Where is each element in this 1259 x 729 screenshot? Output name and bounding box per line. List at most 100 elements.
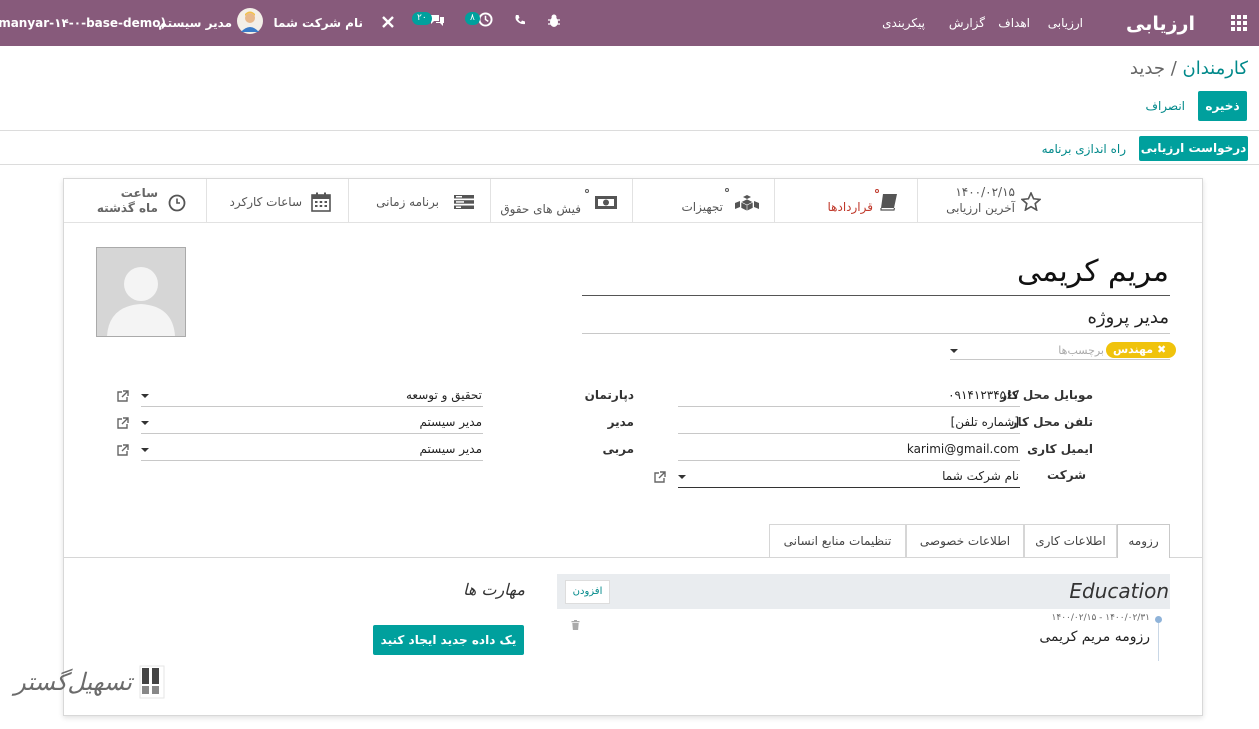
tab-hr-settings[interactable]: تنظیمات منابع انسانی xyxy=(769,524,906,557)
hours-label: ماه گذشته xyxy=(96,201,158,215)
resume-section-title: Education xyxy=(1069,579,1169,603)
apps-menu-icon[interactable] xyxy=(1231,15,1247,31)
discard-button[interactable]: انصراف xyxy=(1146,99,1185,113)
coach-dropdown-caret-icon[interactable] xyxy=(141,448,149,452)
add-resume-line-button[interactable]: افزودن xyxy=(565,580,610,604)
department-label: دپارتمان xyxy=(584,388,634,402)
schedule-stat-button[interactable]: برنامه زمانی xyxy=(348,179,490,223)
bug-icon[interactable] xyxy=(547,14,561,28)
notebook-divider xyxy=(64,557,1202,558)
tasks-icon xyxy=(453,194,475,210)
contracts-dot-icon xyxy=(875,189,879,193)
watermark-text: تسهیل‌گستر xyxy=(14,668,132,696)
company-external-link-icon[interactable] xyxy=(654,471,666,483)
menu-item-appraisal[interactable]: ارزیابی xyxy=(1048,16,1083,30)
work-mobile-value: ۰۹۱۴۱۲۳۴۵۶۷ xyxy=(948,388,1019,402)
watermark-logo: تسهیل‌گستر xyxy=(14,660,166,705)
department-external-link-icon[interactable] xyxy=(117,390,129,402)
tag-remove-icon[interactable]: ✖ xyxy=(1157,343,1166,356)
tags-placeholder: برچسب‌ها xyxy=(1058,344,1104,357)
schedule-label: برنامه زمانی xyxy=(376,195,439,209)
tag-badge[interactable]: مهندس ✖ xyxy=(1106,342,1177,358)
work-email-input[interactable] xyxy=(678,460,1020,461)
form-sheet: ۱۴۰۰/۰۲/۱۵ آخرین ارزیابی قراردادها تجهیز… xyxy=(63,178,1203,716)
activities-badge: ۸ xyxy=(465,12,480,25)
phone-icon[interactable] xyxy=(514,14,526,26)
contracts-label: قراردادها xyxy=(827,200,874,214)
last-appraisal-date: ۱۴۰۰/۰۲/۱۵ xyxy=(955,185,1015,199)
equipment-label: تجهیزات xyxy=(681,200,724,214)
cubes-icon xyxy=(734,193,760,213)
equipment-stat-button[interactable]: تجهیزات xyxy=(632,179,774,223)
department-input[interactable] xyxy=(141,406,483,407)
breadcrumb-parent[interactable]: کارمندان xyxy=(1183,58,1249,79)
user-name[interactable]: مدیر سیستم xyxy=(158,16,232,30)
company-dropdown-caret-icon[interactable] xyxy=(678,475,686,479)
menu-item-goals[interactable]: اهداف xyxy=(998,16,1030,30)
hours-stat-button[interactable]: ساعت ماه گذشته xyxy=(64,179,206,223)
coach-external-link-icon[interactable] xyxy=(117,444,129,456)
coach-input[interactable] xyxy=(141,460,483,461)
activity-clock-icon[interactable] xyxy=(478,12,493,27)
trash-icon[interactable] xyxy=(571,620,580,630)
contracts-stat-button[interactable]: قراردادها xyxy=(774,179,917,223)
company-input[interactable] xyxy=(678,487,1020,488)
breadcrumb: کارمندان / جدید xyxy=(1130,58,1248,79)
last-appraisal-stat-button[interactable]: ۱۴۰۰/۰۲/۱۵ آخرین ارزیابی xyxy=(917,179,1059,223)
create-skill-button[interactable]: یک داده جدید ایجاد کنید xyxy=(373,625,524,655)
work-mobile-input[interactable] xyxy=(678,406,1020,407)
statusbar-divider xyxy=(0,164,1259,165)
company-label: شرکت xyxy=(1047,468,1086,482)
work-phone-input[interactable] xyxy=(678,433,1020,434)
timesheets-label: ساعات کارکرد xyxy=(229,195,302,209)
department-dropdown-caret-icon[interactable] xyxy=(141,394,149,398)
request-appraisal-button[interactable]: درخواست ارزیابی xyxy=(1139,136,1248,161)
resume-line-title[interactable]: رزومه مریم کریمی xyxy=(1039,629,1150,645)
manager-external-link-icon[interactable] xyxy=(117,417,129,429)
menu-item-reporting[interactable]: گزارش xyxy=(949,16,985,30)
department-value: تحقیق و توسعه xyxy=(405,388,482,402)
manager-dropdown-caret-icon[interactable] xyxy=(141,421,149,425)
work-email-label: ایمیل کاری xyxy=(1027,442,1093,456)
payslips-stat-button[interactable]: فیش های حقوق xyxy=(490,179,632,223)
work-phone-label: تلفن محل کار xyxy=(1010,415,1093,429)
tab-private-information[interactable]: اطلاعات خصوصی xyxy=(906,524,1024,557)
manager-input[interactable] xyxy=(141,433,483,434)
app-title[interactable]: ارزیابی xyxy=(1126,13,1195,35)
resume-line-dates: ۱۴۰۰/۰۲/۱۵ - ۱۴۰۰/۰۲/۳۱ xyxy=(1051,613,1150,623)
job-title-underline xyxy=(582,333,1170,334)
menu-item-configuration[interactable]: پیکربندی xyxy=(882,16,925,30)
star-icon xyxy=(1021,192,1041,211)
payslips-label: فیش های حقوق xyxy=(500,202,581,216)
coach-label: مربی xyxy=(602,442,634,456)
employee-photo[interactable] xyxy=(96,247,186,337)
coach-value: مدیر سیستم xyxy=(419,442,483,456)
tags-input[interactable] xyxy=(950,359,1170,360)
payslips-dot-icon xyxy=(585,189,589,193)
money-icon xyxy=(594,195,618,210)
skills-title: مهارت ها xyxy=(462,580,525,599)
user-avatar[interactable] xyxy=(237,8,263,34)
manager-value: مدیر سیستم xyxy=(419,415,483,429)
tab-work-information[interactable]: اطلاعات کاری xyxy=(1024,524,1117,557)
database-name: (sazmanyar-۱۴-۰-base-demo) xyxy=(0,16,166,30)
company-value: نام شرکت شما xyxy=(942,469,1019,483)
breadcrumb-separator: / xyxy=(1170,58,1177,79)
stat-button-box: ۱۴۰۰/۰۲/۱۵ آخرین ارزیابی قراردادها تجهیز… xyxy=(64,179,1202,223)
company-switcher[interactable]: نام شرکت شما xyxy=(274,16,363,30)
control-panel-divider xyxy=(0,130,1259,131)
timeline-dot-icon xyxy=(1155,616,1162,623)
work-email-value: karimi@gmail.com xyxy=(906,442,1019,456)
tools-close-icon[interactable] xyxy=(381,15,395,29)
save-button[interactable]: ذخیره xyxy=(1198,91,1247,121)
manager-label: مدیر xyxy=(607,415,634,429)
employee-name[interactable]: مریم کریمی xyxy=(1017,253,1169,291)
job-title[interactable]: مدیر پروژه xyxy=(1087,306,1169,330)
tag-label: مهندس xyxy=(1113,343,1154,356)
tags-dropdown-caret-icon[interactable] xyxy=(950,349,958,353)
tab-resume[interactable]: رزومه xyxy=(1117,524,1170,558)
timesheets-stat-button[interactable]: ساعات کارکرد xyxy=(206,179,348,223)
calendar-icon xyxy=(311,192,331,212)
launch-plan-button[interactable]: راه اندازی برنامه xyxy=(1042,142,1126,156)
equipment-dot-icon xyxy=(725,188,729,192)
